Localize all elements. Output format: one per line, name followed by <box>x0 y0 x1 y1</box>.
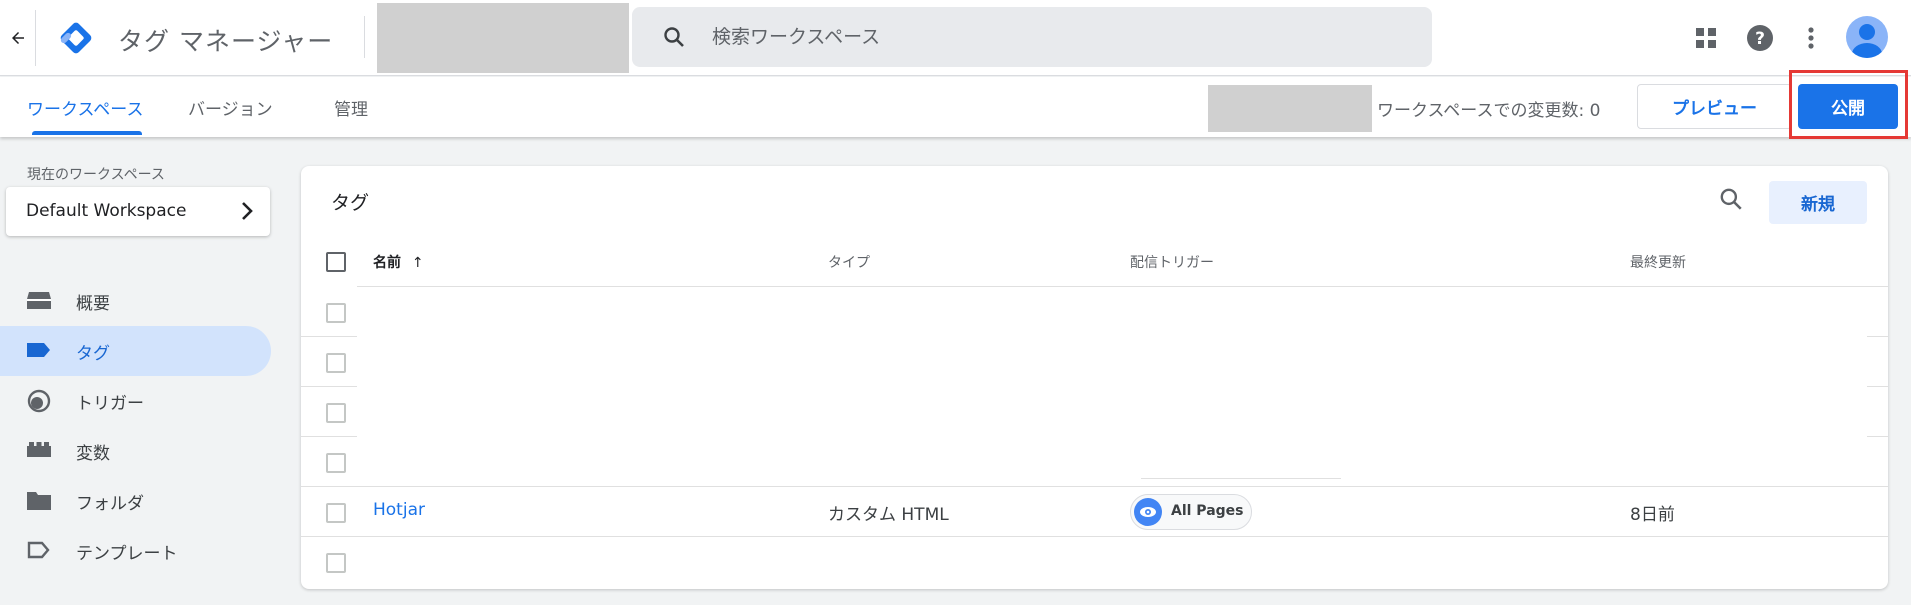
row-divider <box>301 336 357 337</box>
last-updated: 8日前 <box>1630 505 1675 525</box>
row-divider <box>301 386 357 387</box>
row-divider <box>357 286 1888 287</box>
template-icon <box>26 539 52 563</box>
tag-manager-logo-icon[interactable] <box>56 18 96 58</box>
search-icon[interactable] <box>1718 186 1744 216</box>
sidebar-item-label: フォルダ <box>76 494 144 514</box>
row-checkbox[interactable] <box>326 403 346 423</box>
sidebar-item-tags[interactable]: タグ <box>0 326 271 376</box>
account-selector-redacted[interactable] <box>377 3 629 73</box>
product-title: タグ マネージャー <box>118 27 334 56</box>
tab-admin[interactable]: 管理 <box>334 95 368 120</box>
column-header-name[interactable]: 名前 ↑ <box>373 252 424 272</box>
workspace-info-redacted <box>1208 85 1372 132</box>
tag-type: カスタム HTML <box>828 505 949 525</box>
overview-icon <box>26 289 52 313</box>
divider <box>35 10 36 66</box>
sidebar-item-label: 変数 <box>76 444 110 464</box>
tab-versions[interactable]: バージョン <box>188 95 273 120</box>
active-tab-indicator <box>32 131 142 135</box>
row-divider <box>301 486 1888 487</box>
row-divider <box>1867 436 1888 437</box>
tags-card: タグ 新規 名前 ↑ タイプ 配信トリガー 最終更新 Hotjar カスタム H… <box>301 166 1888 589</box>
column-header-updated[interactable]: 最終更新 <box>1630 252 1686 272</box>
card-title: タグ <box>331 192 370 214</box>
tab-workspace[interactable]: ワークスペース <box>27 95 143 120</box>
divider <box>364 16 365 58</box>
workspace-toolbar: ワークスペース バージョン 管理 ワークスペースでの変更数: 0 プレビュー 公… <box>0 70 1911 139</box>
search-bar[interactable] <box>632 7 1432 67</box>
sidebar-item-overview[interactable]: 概要 <box>0 276 271 326</box>
search-icon <box>662 25 686 53</box>
row-divider <box>301 536 1888 537</box>
chevron-right-icon <box>240 201 254 225</box>
workspace-selector[interactable]: Default Workspace <box>6 187 270 236</box>
sort-ascending-icon: ↑ <box>411 255 424 271</box>
sidebar-item-label: トリガー <box>76 394 144 414</box>
search-input[interactable] <box>712 21 1392 53</box>
select-all-checkbox[interactable] <box>326 252 346 272</box>
help-icon[interactable]: ? <box>1742 20 1778 56</box>
sidebar-item-label: 概要 <box>76 294 110 314</box>
sidebar-item-variables[interactable]: 変数 <box>0 426 271 476</box>
row-divider <box>1867 386 1888 387</box>
sidebar-item-triggers[interactable]: トリガー <box>0 376 271 426</box>
folder-icon <box>26 489 52 513</box>
more-vert-icon[interactable] <box>1793 20 1829 56</box>
current-workspace-label: 現在のワークスペース <box>27 167 165 183</box>
row-divider <box>1141 478 1341 479</box>
sidebar-item-label: タグ <box>76 344 110 364</box>
svg-text:?: ? <box>1755 29 1765 49</box>
row-checkbox[interactable] <box>326 553 346 573</box>
trigger-label: All Pages <box>1171 503 1244 519</box>
variable-icon <box>26 439 52 463</box>
row-checkbox[interactable] <box>326 503 346 523</box>
column-header-label: 名前 <box>373 255 401 271</box>
back-arrow-icon[interactable] <box>4 22 32 54</box>
row-checkbox[interactable] <box>326 353 346 373</box>
row-checkbox[interactable] <box>326 303 346 323</box>
workspace-name: Default Workspace <box>26 201 187 221</box>
sidebar-item-label: テンプレート <box>76 544 178 564</box>
apps-grid-icon[interactable] <box>1688 20 1724 56</box>
row-checbox[interactable] <box>326 453 346 473</box>
column-header-type[interactable]: タイプ <box>828 252 870 272</box>
trigger-chip[interactable]: All Pages <box>1130 494 1252 530</box>
trigger-icon <box>26 389 52 413</box>
sidebar-item-folders[interactable]: フォルダ <box>0 476 271 526</box>
tag-name-link[interactable]: Hotjar <box>373 500 425 520</box>
tag-icon <box>26 339 52 363</box>
preview-button[interactable]: プレビュー <box>1637 84 1792 129</box>
app-bar: タグ マネージャー ? <box>0 0 1911 76</box>
row-divider <box>1867 336 1888 337</box>
column-header-trigger[interactable]: 配信トリガー <box>1130 252 1214 272</box>
eye-icon <box>1134 498 1162 526</box>
workspace-changes-count: ワークスペースでの変更数: 0 <box>1377 101 1601 121</box>
new-tag-button[interactable]: 新規 <box>1769 181 1867 224</box>
publish-button[interactable]: 公開 <box>1798 84 1898 129</box>
sidebar-item-templates[interactable]: テンプレート <box>0 526 271 576</box>
row-divider <box>301 436 357 437</box>
account-avatar-icon[interactable] <box>1846 16 1888 58</box>
